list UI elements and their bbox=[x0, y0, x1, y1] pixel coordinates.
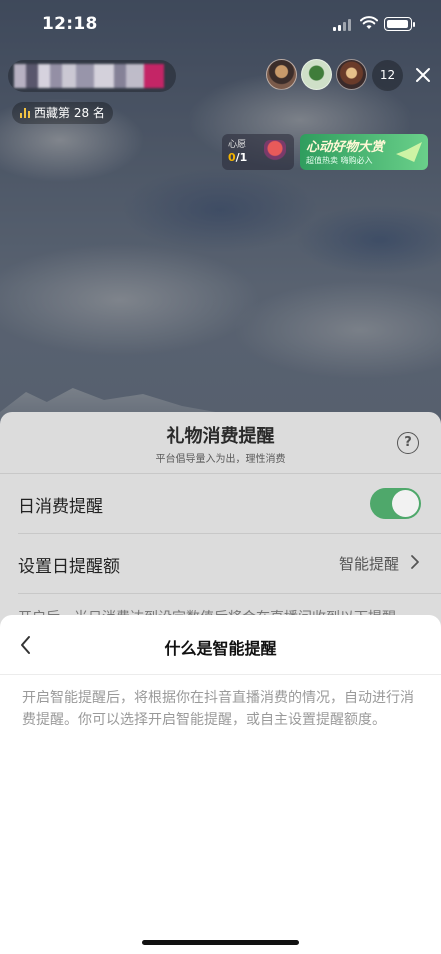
home-indicator[interactable] bbox=[142, 940, 299, 945]
promo-title: 心动好物大赏 bbox=[306, 140, 385, 155]
wifi-icon bbox=[360, 16, 378, 29]
wish-widget[interactable]: 心愿 0/1 bbox=[222, 134, 294, 170]
host-info-pill[interactable] bbox=[8, 60, 176, 92]
smart-reminder-body: 开启智能提醒后，将根据你在抖音直播消费的情况，自动进行消费提醒。你可以选择开启智… bbox=[22, 690, 414, 728]
smart-reminder-sheet: 什么是智能提醒 开启智能提醒后，将根据你在抖音直播消费的情况，自动进行消费提醒。… bbox=[0, 615, 441, 954]
viewer-count-badge[interactable]: 12 bbox=[372, 60, 403, 91]
sheet-title: 礼物消费提醒 bbox=[166, 426, 275, 447]
viewer-avatar[interactable] bbox=[266, 59, 297, 90]
set-amount-row[interactable]: 设置日提醒额 智能提醒 bbox=[18, 534, 423, 592]
viewer-avatar[interactable] bbox=[301, 59, 332, 90]
wish-gift-icon bbox=[264, 140, 286, 164]
rank-label: 西藏第 28 名 bbox=[34, 106, 105, 120]
promo-arrow-icon bbox=[396, 142, 422, 162]
divider bbox=[0, 674, 441, 675]
divider bbox=[18, 593, 441, 594]
daily-reminder-toggle[interactable] bbox=[370, 488, 421, 519]
sheet-subtitle: 平台倡导量入为出，理性消费 bbox=[155, 454, 286, 465]
status-time: 12:18 bbox=[42, 14, 98, 34]
wish-title: 心愿 bbox=[228, 140, 247, 150]
promo-subtitle: 超值热卖 嗨购必入 bbox=[306, 156, 373, 165]
help-icon[interactable]: ? bbox=[397, 432, 419, 454]
set-amount-value: 智能提醒 bbox=[338, 555, 399, 573]
cellular-signal-icon bbox=[333, 19, 353, 31]
smart-reminder-title: 什么是智能提醒 bbox=[164, 639, 277, 658]
top-viewers-list bbox=[266, 59, 367, 90]
chevron-right-icon bbox=[411, 555, 419, 569]
wish-progress: 0/1 bbox=[228, 151, 248, 164]
set-amount-label: 设置日提醒额 bbox=[18, 557, 120, 577]
viewer-avatar[interactable] bbox=[336, 59, 367, 90]
promo-widget[interactable]: 心动好物大赏 超值热卖 嗨购必入 bbox=[300, 134, 428, 170]
region-rank-badge[interactable]: 西藏第 28 名 bbox=[12, 102, 113, 124]
status-bar: 12:18 bbox=[0, 0, 441, 50]
daily-reminder-label: 日消费提醒 bbox=[18, 497, 103, 517]
blurred-host-name bbox=[14, 64, 164, 88]
daily-reminder-row: 日消费提醒 bbox=[18, 474, 423, 532]
rank-bars-icon bbox=[20, 108, 30, 118]
close-icon[interactable] bbox=[412, 64, 434, 86]
battery-icon bbox=[384, 17, 415, 31]
